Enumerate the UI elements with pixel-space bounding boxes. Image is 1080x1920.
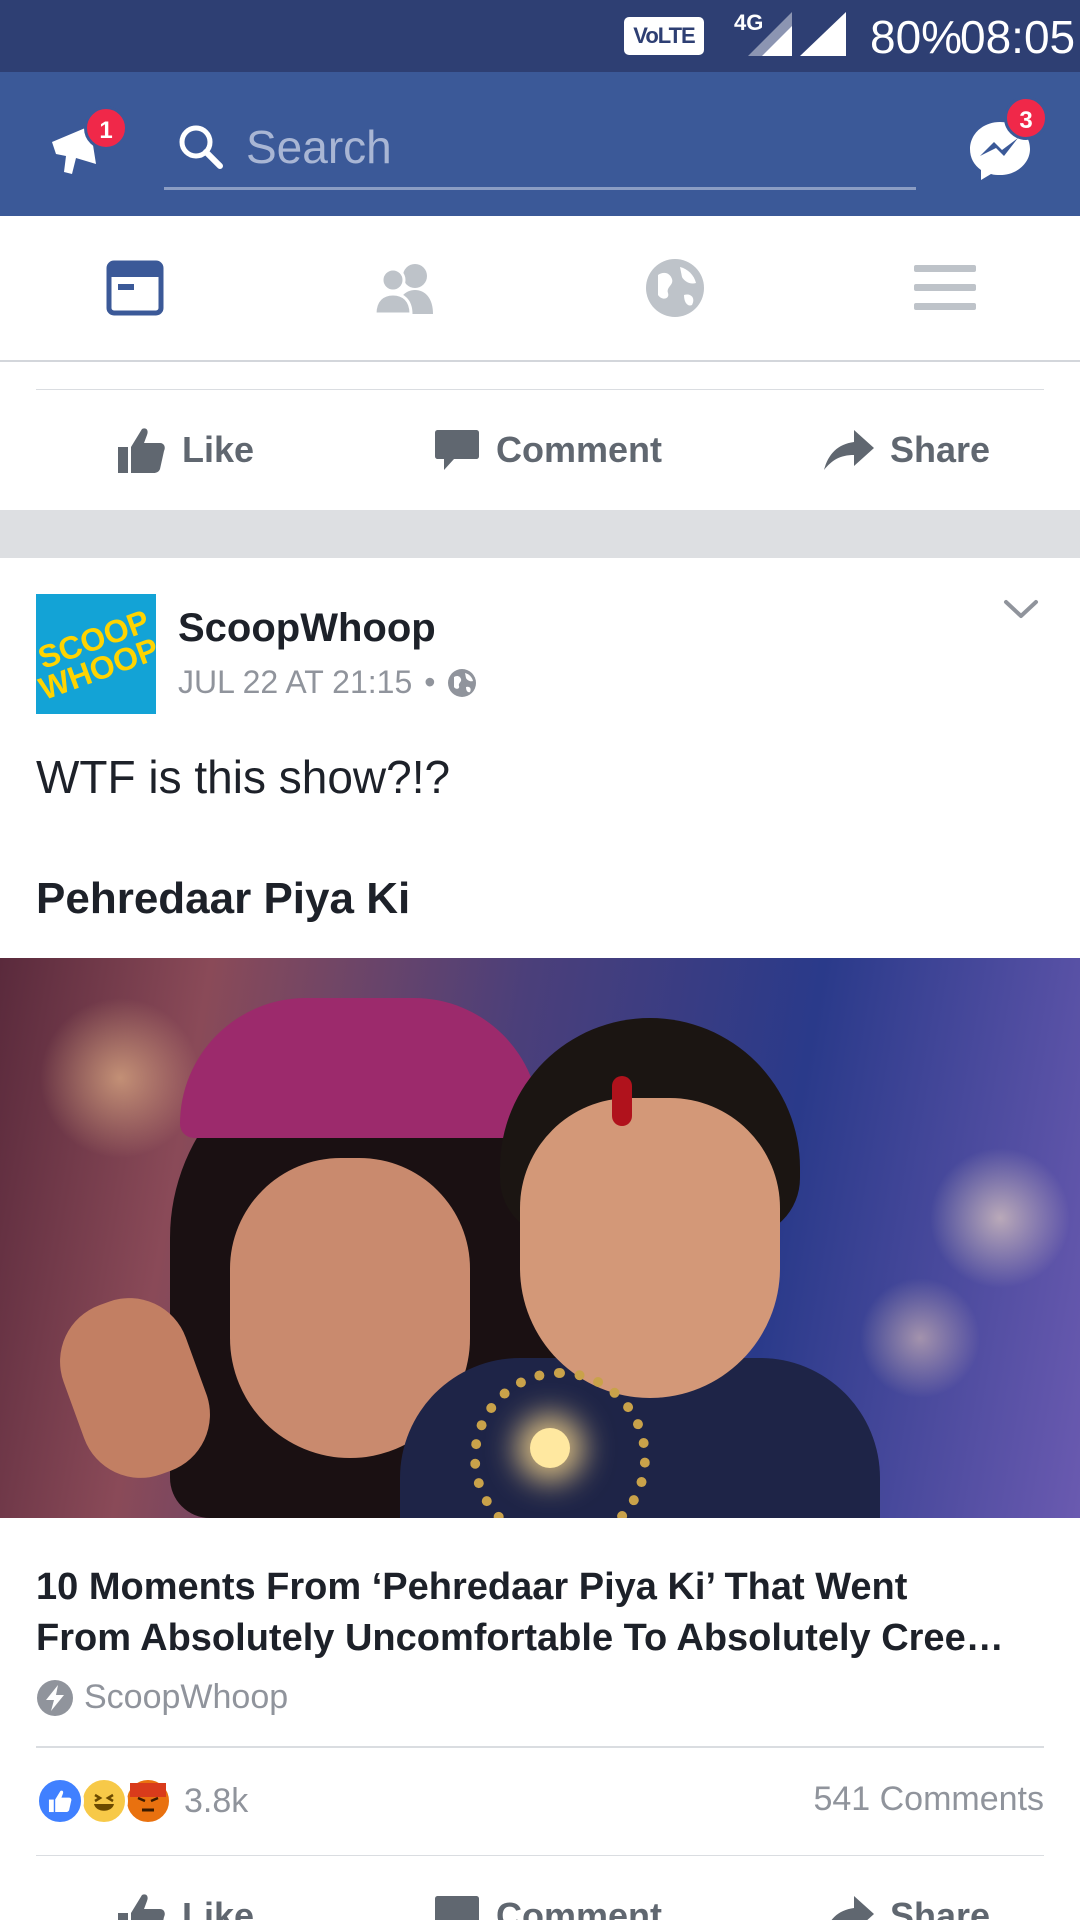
page-name[interactable]: ScoopWhoop: [178, 606, 436, 651]
reactions-count: 3.8k: [184, 1781, 249, 1820]
comment-icon: [435, 430, 479, 470]
like-button[interactable]: Like: [116, 1856, 254, 1920]
divider: [36, 1746, 1044, 1748]
volte-indicator: VoLTE: [624, 17, 704, 55]
tab-notifications-globe[interactable]: [540, 216, 810, 360]
menu-icon: [914, 265, 976, 310]
post-timestamp[interactable]: JUL 22 AT 21:15: [178, 664, 412, 701]
haha-reaction-icon: [80, 1777, 128, 1825]
post-action-bar-bottom: Like Comment Share: [0, 1856, 1080, 1920]
share-label: Share: [890, 429, 991, 470]
notifications-button[interactable]: 1: [46, 106, 128, 180]
battery-level: 80%: [870, 11, 963, 63]
share-button[interactable]: Share: [824, 1856, 990, 1920]
share-label: Share: [890, 1895, 991, 1920]
like-label: Like: [182, 1895, 255, 1920]
post-meta: JUL 22 AT 21:15 •: [178, 664, 477, 701]
chevron-down-icon[interactable]: [1002, 598, 1040, 622]
link-caption-title: Pehredaar Piya Ki: [36, 874, 411, 923]
tab-news-feed[interactable]: [0, 216, 270, 360]
globe-icon: [646, 259, 704, 317]
search-icon: [179, 125, 223, 169]
like-button[interactable]: Like: [116, 390, 254, 510]
like-reaction-icon: [36, 1777, 84, 1825]
like-label: Like: [182, 429, 255, 470]
instant-article-bolt-icon: [37, 1679, 73, 1716]
article-image[interactable]: [0, 958, 1080, 1518]
notification-badge: 1: [84, 106, 128, 150]
news-feed-icon: [106, 260, 164, 316]
share-arrow-icon: [831, 1896, 874, 1920]
article-source-name: ScoopWhoop: [84, 1678, 289, 1716]
thumbs-up-icon: [118, 428, 165, 473]
public-globe-icon: [448, 668, 477, 697]
friends-icon: [373, 264, 433, 314]
messenger-button[interactable]: 3: [966, 96, 1048, 184]
comment-button[interactable]: Comment: [434, 390, 662, 510]
share-button[interactable]: Share: [824, 390, 990, 510]
signal-strength-icon: [800, 12, 846, 56]
comment-button[interactable]: Comment: [434, 1856, 662, 1920]
article-title-line-1: 10 Moments From ‘Pehredaar Piya Ki’ That…: [36, 1566, 908, 1608]
angry-reaction-icon: [124, 1777, 172, 1825]
comment-icon: [435, 1896, 479, 1920]
post-text: WTF is this show?!?: [36, 751, 451, 803]
search-bar[interactable]: [164, 108, 916, 190]
top-bar: 1 3: [0, 72, 1080, 216]
post-action-bar: Like Comment Share: [0, 390, 1080, 510]
status-bar: VoLTE 4G 80% 08:05: [0, 0, 1080, 72]
comments-count[interactable]: 541 Comments: [813, 1780, 1044, 1819]
article-source: ScoopWhoop: [36, 1678, 288, 1717]
thumbs-up-icon: [118, 1894, 165, 1920]
comment-label: Comment: [496, 1895, 663, 1920]
tab-friends[interactable]: [270, 216, 540, 360]
nav-tabs: [0, 216, 1080, 362]
feed-separator: [0, 510, 1080, 558]
search-input[interactable]: [246, 116, 886, 178]
article-title[interactable]: 10 Moments From ‘Pehredaar Piya Ki’ That…: [36, 1562, 1046, 1664]
network-type: 4G: [734, 10, 764, 35]
reactions-summary[interactable]: 3.8k: [36, 1776, 248, 1826]
messenger-badge: 3: [1004, 96, 1048, 140]
meta-separator: •: [424, 664, 436, 700]
article-title-line-2: From Absolutely Uncomfortable To Absolut…: [36, 1617, 1004, 1659]
comment-label: Comment: [496, 429, 663, 470]
scoopwhoop-logo[interactable]: SCOOP WHOOP: [33, 594, 163, 714]
share-arrow-icon: [824, 430, 874, 470]
tab-menu[interactable]: [810, 216, 1080, 360]
clock: 08:05: [960, 11, 1076, 63]
